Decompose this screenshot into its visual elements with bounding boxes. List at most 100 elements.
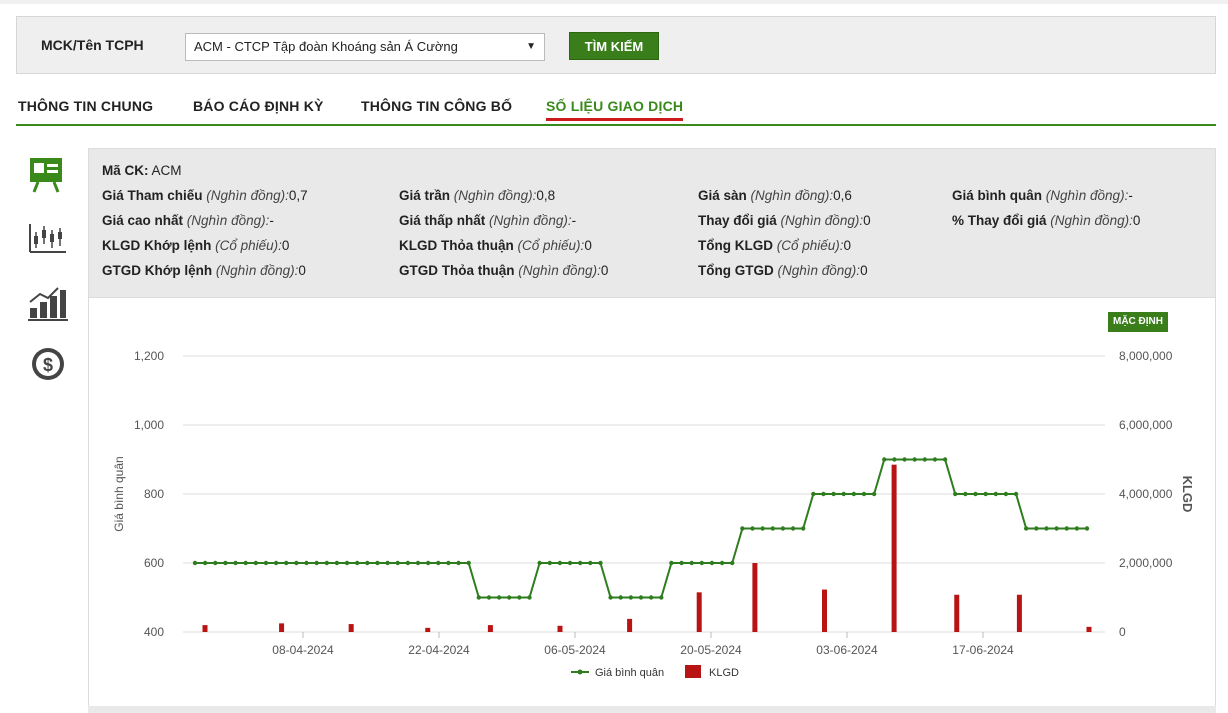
company-select[interactable]: ACM - CTCP Tập đoàn Khoáng sản Á Cường ▼ [185, 33, 545, 61]
price-point [294, 560, 299, 566]
price-point [689, 560, 694, 566]
price-point [507, 595, 512, 600]
volume-bar [279, 623, 285, 632]
chevron-down-icon: ▼ [526, 41, 536, 52]
volume-bar [348, 624, 354, 632]
x-tick-label: 06-05-2024 [544, 643, 606, 657]
price-point [577, 560, 583, 566]
price-point [1023, 526, 1029, 531]
search-button[interactable]: TÌM KIẾM [569, 32, 659, 60]
info-item: GTGD Thỏa thuận (Nghìn đồng):0 [399, 263, 609, 278]
price-point [1054, 526, 1059, 531]
tab-general-info[interactable]: THÔNG TIN CHUNG [18, 98, 153, 114]
price-point [659, 595, 664, 600]
volume-bar [696, 592, 702, 632]
info-item: KLGD Khớp lệnh (Cổ phiếu):0 [102, 238, 290, 253]
price-point [1044, 526, 1049, 531]
y-left-tick-label: 1,000 [134, 418, 164, 432]
price-point [405, 560, 411, 566]
tab-periodic-reports[interactable]: BÁO CÁO ĐỊNH KỲ [193, 98, 324, 114]
price-point [365, 560, 370, 566]
price-point [314, 560, 319, 566]
price-point [983, 491, 988, 497]
info-item: Tổng KLGD (Cổ phiếu):0 [698, 238, 852, 253]
price-point [466, 560, 471, 566]
price-point [263, 560, 269, 566]
top-border [0, 0, 1228, 4]
presentation-icon[interactable] [26, 156, 70, 196]
price-point [304, 560, 309, 566]
volume-bar [1016, 594, 1022, 632]
volume-bar [1086, 626, 1092, 632]
info-item: Giá trần (Nghìn đồng):0,8 [399, 188, 556, 203]
volume-bar [752, 563, 758, 632]
volume-bar [557, 625, 563, 632]
search-label: MCK/Tên TCPH [41, 37, 144, 53]
tab-trading-data[interactable]: SỐ LIỆU GIAO DỊCH [546, 98, 684, 121]
price-point [375, 560, 380, 566]
y-left-tick-label: 400 [144, 625, 164, 639]
info-item: Giá Tham chiếu (Nghìn đồng):0,7 [102, 188, 308, 203]
price-point [902, 457, 907, 462]
y-right-axis-title: KLGD [1180, 476, 1195, 513]
y-left-tick-label: 800 [144, 487, 164, 501]
price-point [922, 457, 928, 462]
price-point [780, 526, 786, 531]
info-ma-ck: Mã CK: ACM [102, 163, 182, 178]
legend-volume-marker [685, 665, 701, 678]
price-point [598, 560, 603, 566]
volume-bar [202, 625, 208, 632]
price-point [679, 560, 684, 566]
price-point [892, 457, 897, 462]
default-view-button[interactable]: MẶC ĐỊNH [1108, 312, 1168, 332]
price-point [476, 595, 482, 600]
price-point [618, 595, 623, 600]
panel-bottom [88, 706, 1216, 713]
legend-line-dot [577, 669, 583, 675]
price-point [446, 560, 451, 566]
y-right-tick-label: 4,000,000 [1119, 487, 1173, 501]
price-point [1034, 526, 1039, 531]
price-point [233, 560, 238, 566]
price-point [588, 560, 593, 566]
y-left-tick-label: 600 [144, 556, 164, 570]
price-point [395, 560, 400, 566]
price-point [1084, 526, 1090, 531]
price-point [973, 491, 978, 497]
price-point [344, 560, 350, 566]
price-point [953, 491, 958, 497]
price-volume-chart: 1,200 8,000,000 1,000 6,000,000 800 4,000,000… [112, 349, 1195, 679]
y-right-tick-label: 8,000,000 [1119, 349, 1173, 363]
x-tick-label: 20-05-2024 [680, 643, 742, 657]
price-point [1003, 491, 1009, 497]
bar-growth-icon[interactable] [26, 284, 70, 324]
price-point [213, 560, 218, 566]
dollar-icon[interactable]: $ [26, 346, 70, 386]
tab-disclosures[interactable]: THÔNG TIN CÔNG BỐ [361, 98, 512, 114]
price-point [993, 491, 998, 497]
price-point [324, 560, 329, 566]
info-item: Tổng GTGD (Nghìn đồng):0 [698, 263, 868, 278]
volume-bar [954, 594, 960, 632]
price-point [284, 560, 289, 566]
price-point [537, 560, 542, 566]
y-right-tick-label: 2,000,000 [1119, 556, 1173, 570]
search-bar: MCK/Tên TCPH ACM - CTCP Tập đoàn Khoáng … [16, 16, 1216, 74]
price-point [963, 491, 968, 497]
price-point [354, 560, 360, 566]
price-point [912, 457, 917, 462]
price-point [223, 560, 228, 566]
price-point [709, 560, 715, 566]
volume-bar [425, 627, 431, 632]
price-point [547, 560, 552, 566]
price-point [861, 491, 867, 497]
price-point [334, 560, 340, 566]
info-item: Giá cao nhất (Nghìn đồng):- [102, 213, 274, 228]
volume-bar [627, 618, 633, 632]
candlestick-icon[interactable] [26, 220, 70, 260]
price-point [456, 560, 461, 566]
svg-text:$: $ [43, 355, 53, 375]
price-point [800, 526, 806, 531]
price-point [567, 560, 573, 566]
company-select-value: ACM - CTCP Tập đoàn Khoáng sản Á Cường [194, 39, 458, 54]
